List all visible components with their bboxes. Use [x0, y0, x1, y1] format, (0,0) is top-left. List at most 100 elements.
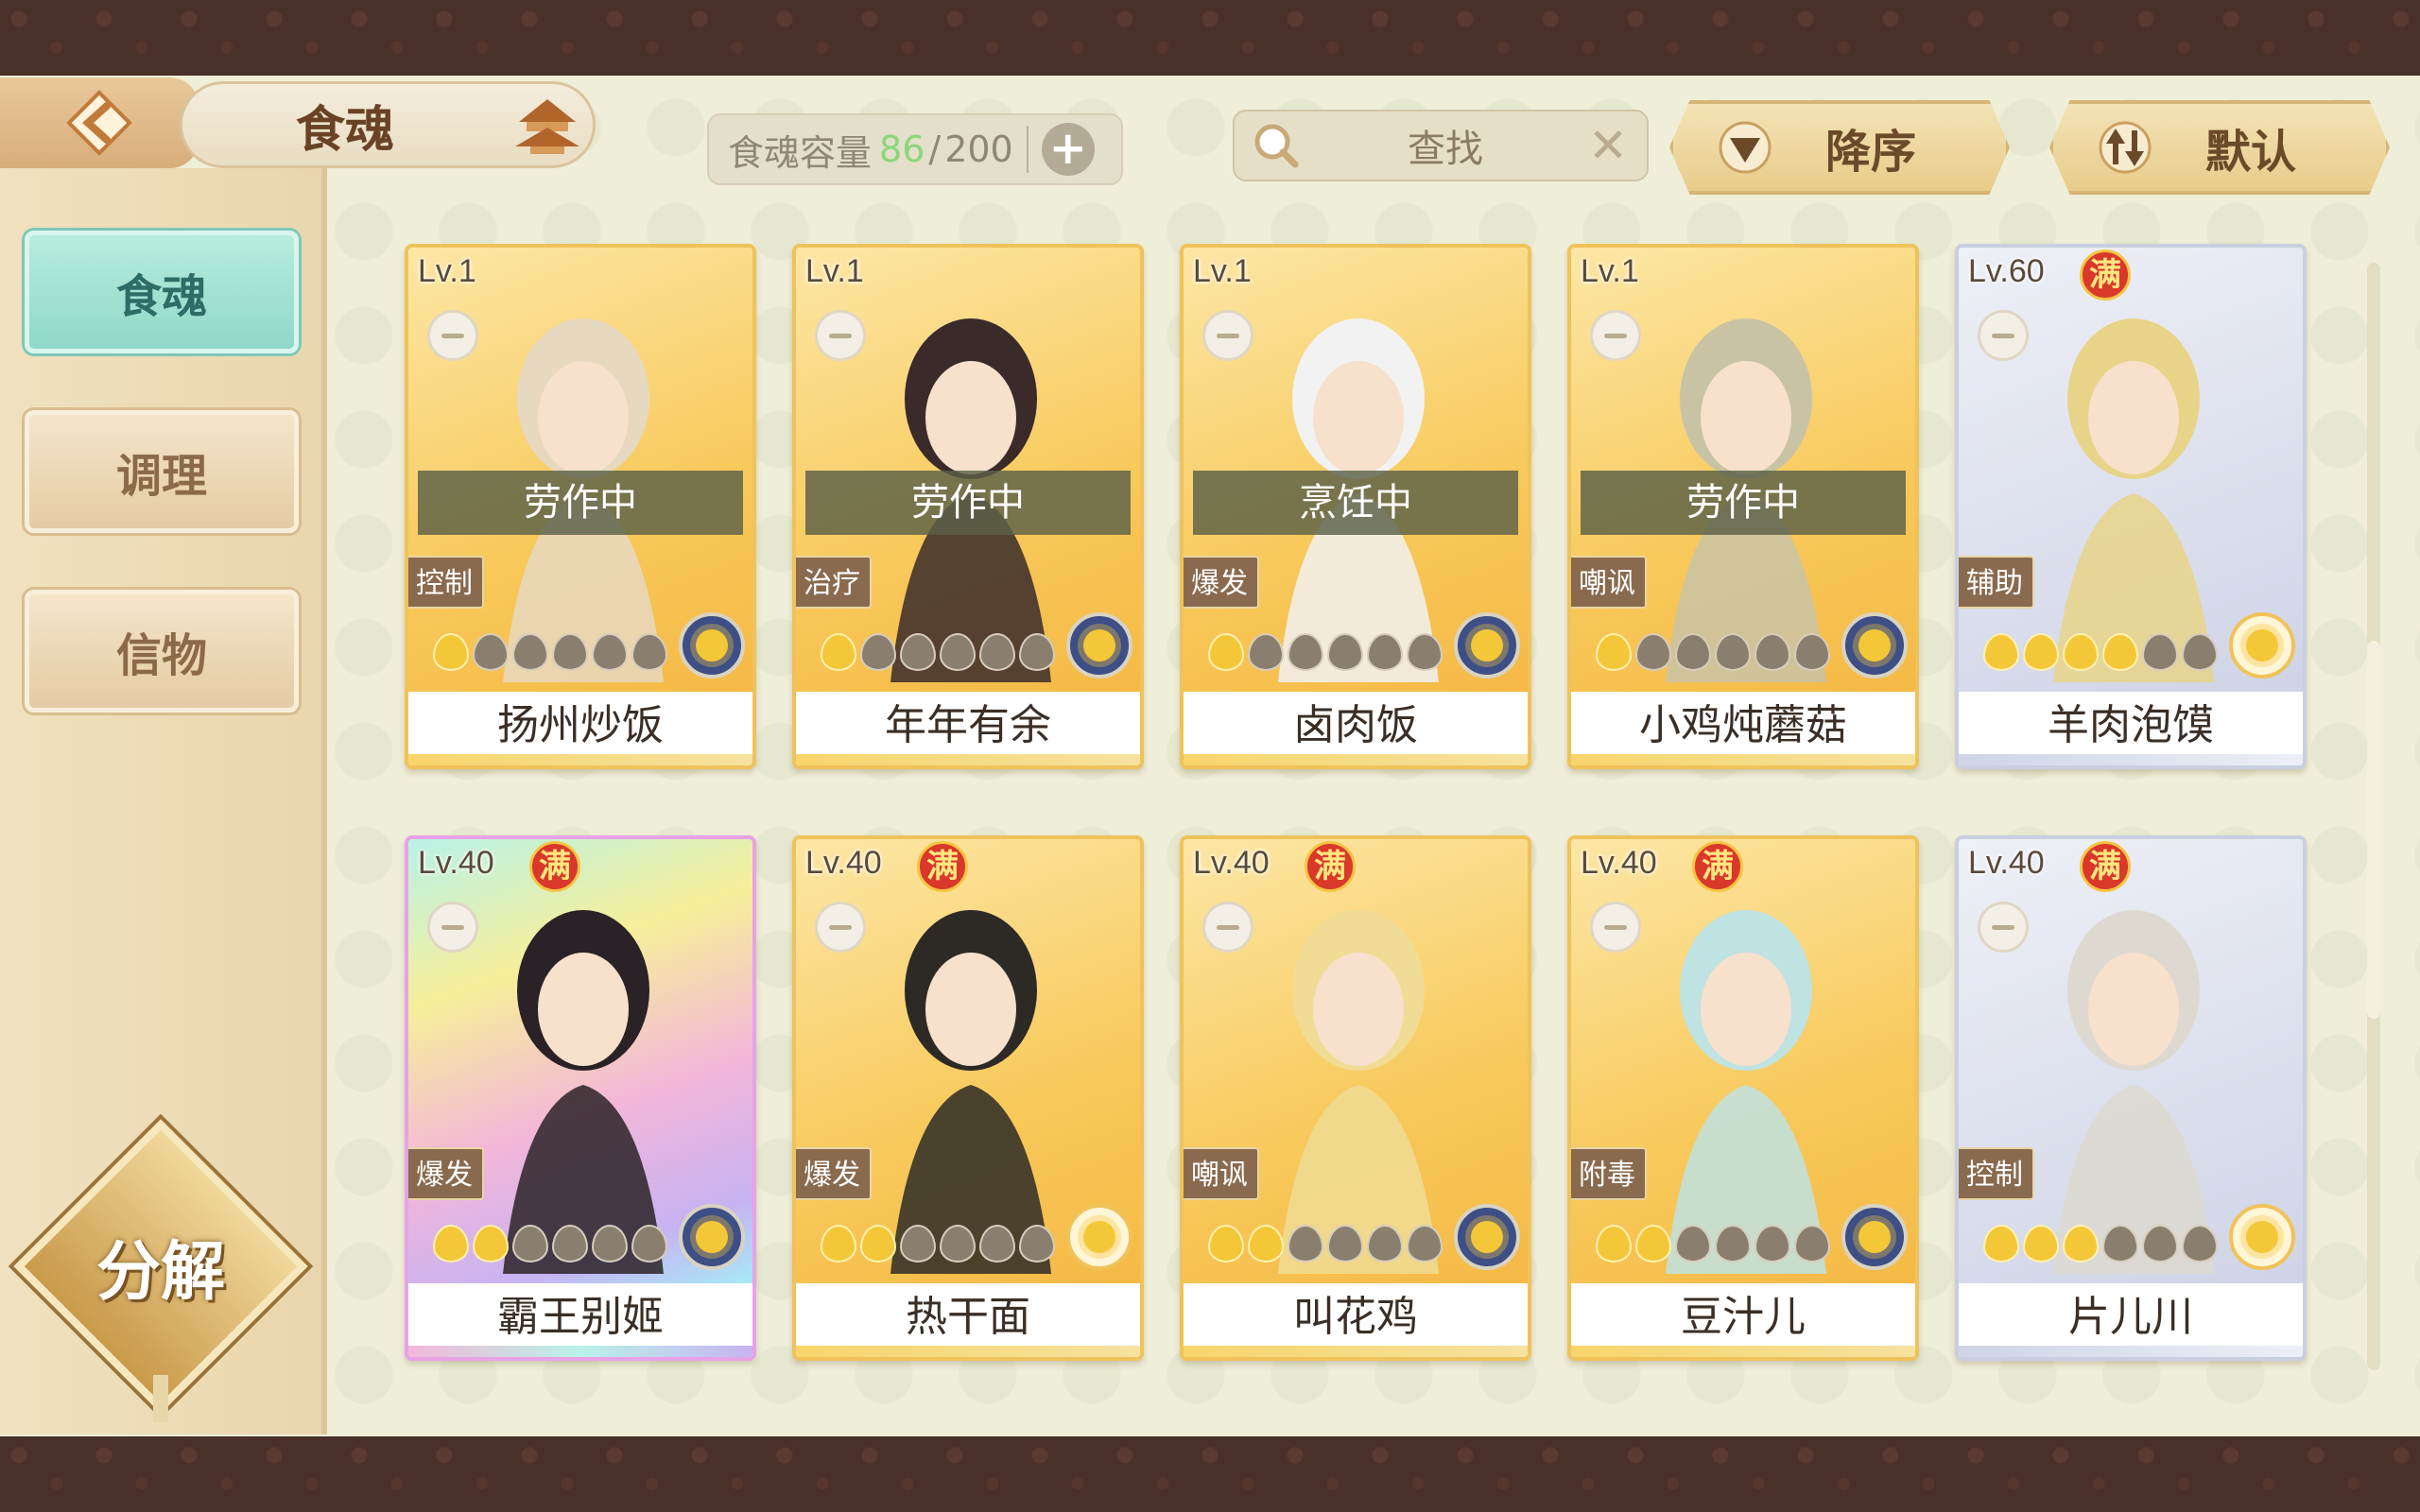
flame-star-icon: [1019, 633, 1055, 671]
element-emblem-icon: [1841, 1204, 1908, 1270]
pagoda-icon[interactable]: [510, 94, 585, 160]
star-rating: [1983, 1225, 2218, 1263]
max-level-badge: 满: [529, 841, 580, 892]
element-emblem-icon: [1066, 612, 1132, 679]
food-soul-card[interactable]: Lv.40 满嘲讽 叫花鸡: [1180, 835, 1531, 1361]
flame-star-icon: [821, 1225, 856, 1263]
food-soul-card[interactable]: Lv.40 满附毒 豆汁儿: [1567, 835, 1919, 1361]
food-soul-card[interactable]: Lv.1 劳作中 嘲讽 小鸡炖蘑菇: [1567, 244, 1919, 769]
status-banner: 劳作中: [1581, 471, 1906, 535]
scroll-thumb[interactable]: [2367, 641, 2380, 1019]
flame-star-icon: [1794, 1225, 1830, 1263]
card-portrait-frame: Lv.1 劳作中 治疗: [796, 248, 1140, 692]
character-portrait: [2053, 910, 2214, 1274]
back-button[interactable]: [0, 77, 199, 168]
level-label: Lv.40: [418, 845, 494, 881]
flame-star-icon: [1635, 1225, 1671, 1263]
sidebar-item-conditioning[interactable]: 调理: [25, 410, 299, 533]
flame-star-icon: [512, 1225, 548, 1263]
level-label: Lv.1: [418, 253, 476, 289]
character-portrait: [890, 910, 1051, 1274]
expand-capacity-button[interactable]: +: [1041, 123, 1095, 176]
dish-icon: [1202, 310, 1253, 361]
flame-star-icon: [2063, 1225, 2099, 1263]
food-soul-card[interactable]: Lv.1 劳作中 控制 扬州炒饭: [405, 244, 756, 769]
flame-star-icon: [592, 1225, 628, 1263]
role-tag: 爆发: [796, 1147, 872, 1200]
search-field[interactable]: 查找 ✕: [1233, 110, 1649, 181]
status-banner: 劳作中: [418, 471, 743, 535]
card-portrait-frame: Lv.1 烹饪中 爆发: [1184, 248, 1528, 692]
dish-icon: [1590, 902, 1641, 953]
clear-icon[interactable]: ✕: [1588, 118, 1628, 173]
sidebar-item-label: 食魂: [115, 270, 207, 323]
scrollbar[interactable]: [2367, 263, 2380, 1370]
food-soul-card[interactable]: Lv.40 满控制 片儿川: [1955, 835, 2307, 1361]
flame-star-icon: [1407, 1225, 1443, 1263]
capacity-max: 200: [944, 129, 1013, 170]
flame-star-icon: [1367, 1225, 1403, 1263]
max-level-badge: 满: [917, 841, 968, 892]
character-portrait: [2053, 318, 2214, 682]
flame-star-icon: [1754, 1225, 1790, 1263]
card-stripe: [1184, 1346, 1528, 1357]
star-rating: [1208, 1225, 1443, 1263]
flame-star-icon: [1208, 1225, 1244, 1263]
level-label: Lv.40: [1193, 845, 1270, 881]
level-label: Lv.1: [805, 253, 864, 289]
sidebar-item-food-souls[interactable]: 食魂: [25, 231, 299, 353]
flame-star-icon: [1288, 633, 1323, 671]
flame-star-icon: [979, 633, 1015, 671]
dish-icon: [427, 902, 478, 953]
role-tag: 嘲讽: [1184, 1147, 1259, 1200]
sidebar-item-label: 调理: [115, 450, 207, 503]
star-rating: [433, 1225, 667, 1263]
flame-star-icon: [473, 633, 509, 671]
role-tag: 控制: [1959, 1147, 2034, 1200]
sort-default-button[interactable]: 默认: [2049, 100, 2390, 195]
flame-star-icon: [1288, 1225, 1323, 1263]
capacity-current: 86: [879, 129, 925, 170]
card-portrait-frame: Lv.1 劳作中 嘲讽: [1571, 248, 1915, 692]
flame-star-icon: [821, 633, 856, 671]
role-tag: 嘲讽: [1571, 556, 1647, 609]
flame-star-icon: [631, 633, 667, 671]
page-title: 食魂: [296, 100, 395, 159]
food-soul-card[interactable]: Lv.40 满爆发 热干面: [792, 835, 1144, 1361]
dish-icon: [815, 310, 866, 361]
flame-star-icon: [2023, 633, 2059, 671]
decompose-label[interactable]: 分解: [57, 1219, 265, 1314]
flame-star-icon: [2102, 1225, 2138, 1263]
max-level-badge: 满: [1692, 841, 1743, 892]
flame-star-icon: [2182, 1225, 2218, 1263]
capacity-separator: /: [928, 129, 942, 170]
sort-descending-button[interactable]: 降序: [1669, 100, 2010, 195]
max-level-badge: 满: [2080, 841, 2131, 892]
element-emblem-icon: [679, 612, 745, 679]
flame-star-icon: [631, 1225, 667, 1263]
role-tag: 爆发: [1184, 556, 1259, 609]
food-soul-card[interactable]: Lv.1 劳作中 治疗 年年有余: [792, 244, 1144, 769]
card-stripe: [1571, 1346, 1915, 1357]
sort-default-label: 默认: [2204, 126, 2296, 179]
flame-star-icon: [900, 633, 936, 671]
search-input[interactable]: 查找: [1303, 118, 1588, 173]
status-banner: 烹饪中: [1193, 471, 1518, 535]
flame-star-icon: [433, 633, 469, 671]
role-tag: 控制: [408, 556, 484, 609]
flame-star-icon: [1596, 633, 1632, 671]
flame-star-icon: [2142, 633, 2178, 671]
food-soul-card[interactable]: Lv.60 满辅助 羊肉泡馍: [1955, 244, 2307, 769]
food-soul-card[interactable]: Lv.40 满爆发 霸王别姬: [405, 835, 756, 1361]
character-portrait: [503, 910, 664, 1274]
card-portrait-frame: Lv.40 满爆发: [796, 839, 1140, 1283]
sidebar-item-label: 信物: [115, 629, 207, 682]
flame-star-icon: [1248, 633, 1284, 671]
sidebar-item-tokens[interactable]: 信物: [25, 590, 299, 713]
flame-star-icon: [1794, 633, 1830, 671]
level-label: Lv.40: [1581, 845, 1657, 881]
food-soul-card[interactable]: Lv.1 烹饪中 爆发 卤肉饭: [1180, 244, 1531, 769]
level-label: Lv.40: [1968, 845, 2045, 881]
flame-star-icon: [2023, 1225, 2059, 1263]
card-stripe: [1959, 754, 2303, 765]
